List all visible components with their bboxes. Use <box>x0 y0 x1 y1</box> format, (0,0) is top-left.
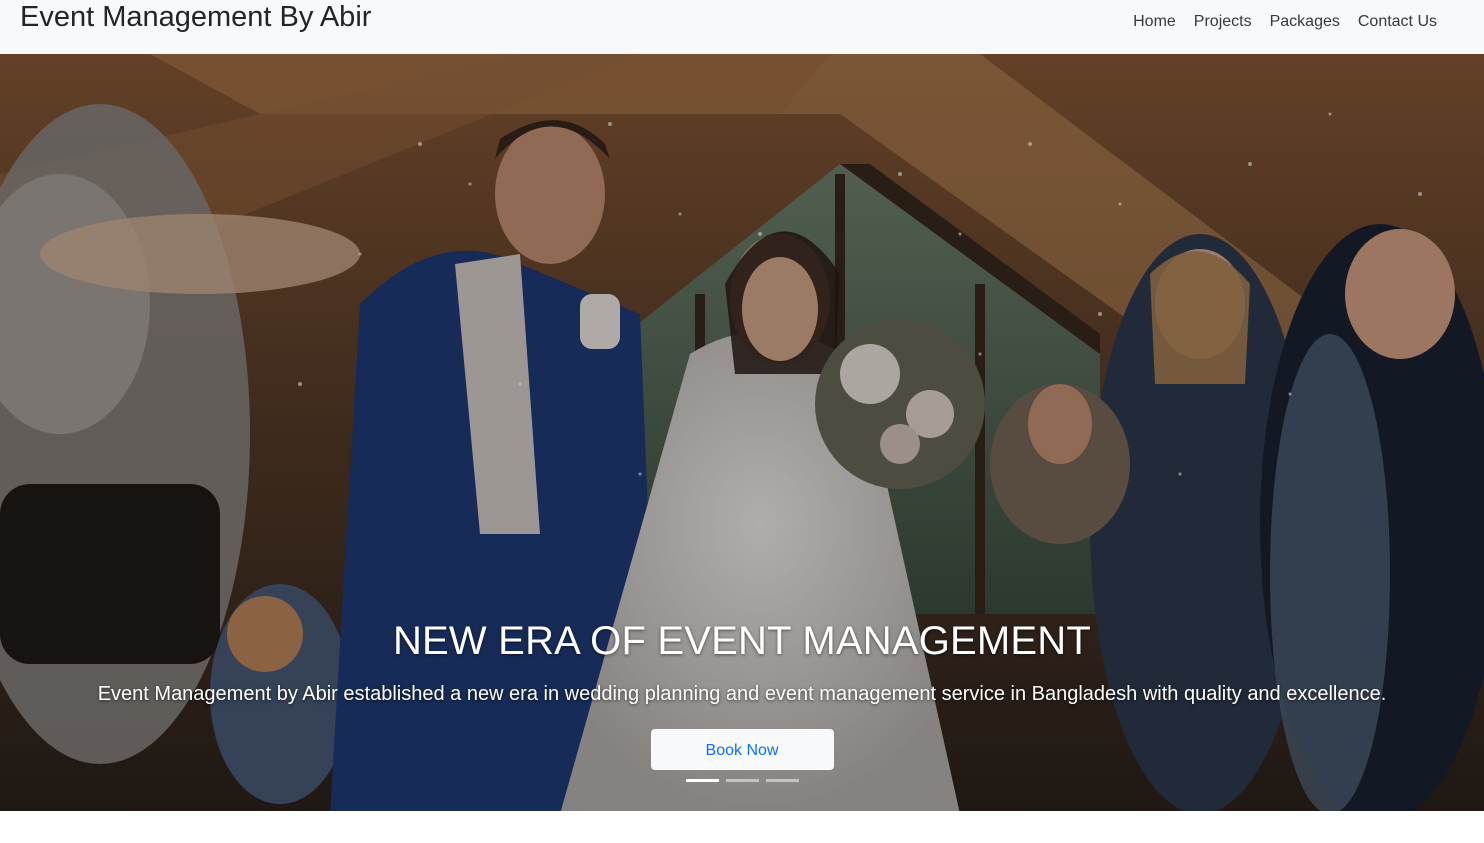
top-navbar: Event Management By Abir Home Projects P… <box>0 0 1484 54</box>
brand-link[interactable]: Event Management By Abir <box>20 0 371 36</box>
carousel-indicator-3[interactable] <box>765 779 799 782</box>
nav-home-link[interactable]: Home <box>1124 11 1185 33</box>
carousel-caption: NEW ERA OF EVENT MANAGEMENT Event Manage… <box>0 619 1484 770</box>
book-now-button[interactable]: Book Now <box>650 729 834 770</box>
nav-projects-link[interactable]: Projects <box>1185 11 1261 33</box>
carousel-indicator-1[interactable] <box>685 779 719 782</box>
hero-description: Event Management by Abir established a n… <box>97 683 1387 705</box>
hero-carousel: NEW ERA OF EVENT MANAGEMENT Event Manage… <box>0 54 1484 811</box>
nav-links: Home Projects Packages Contact Us <box>1124 11 1446 33</box>
nav-contact-link[interactable]: Contact Us <box>1349 11 1446 33</box>
hero-title: NEW ERA OF EVENT MANAGEMENT <box>392 619 1092 663</box>
carousel-indicator-2[interactable] <box>725 779 759 782</box>
carousel-indicators <box>0 779 1484 782</box>
nav-packages-link[interactable]: Packages <box>1261 11 1349 33</box>
